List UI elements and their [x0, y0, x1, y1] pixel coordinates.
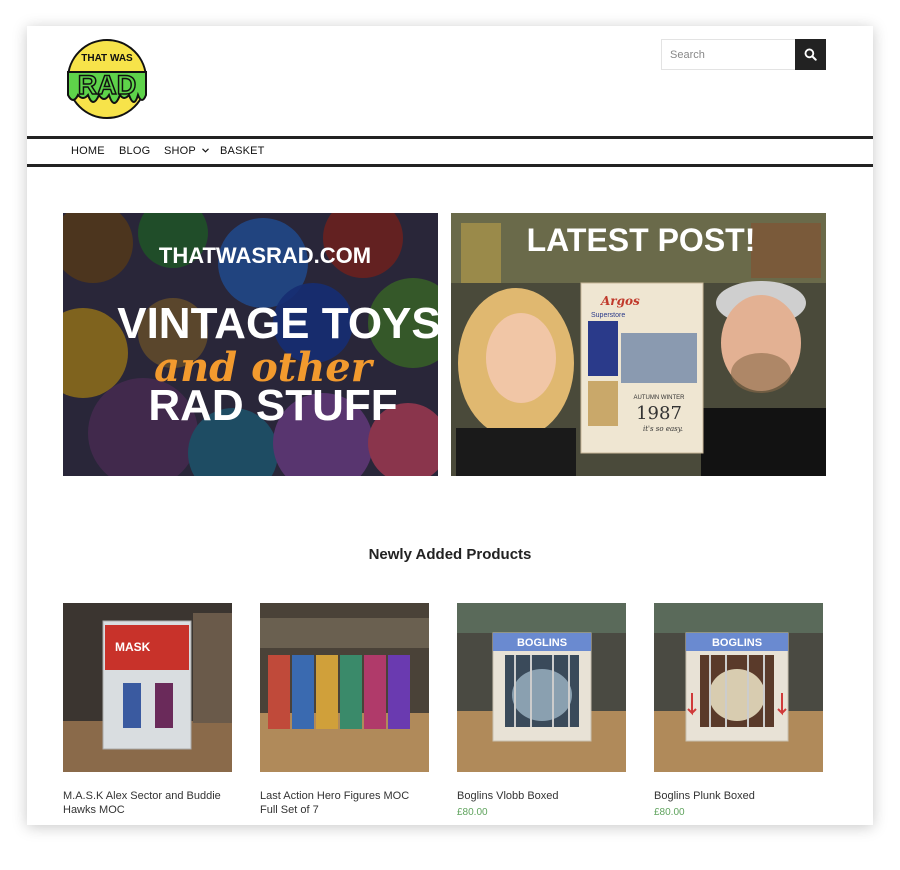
- catalogue-season: AUTUMN WINTER: [634, 395, 686, 401]
- product-card: BOGLINS Boglins Plunk Boxed £80.00: [654, 603, 823, 818]
- main-nav: HOME BLOG SHOP BASKET: [27, 136, 873, 167]
- logo-main-text: RAD: [78, 70, 137, 100]
- product-name[interactable]: Boglins Plunk Boxed: [654, 789, 823, 803]
- banner-vintage-toys-image: THATWASRAD.COM VINTAGE TOYS and other RA…: [63, 213, 438, 476]
- catalogue-brand: Argos: [600, 294, 640, 308]
- banner-latest-post-image: LATEST POST! Argos Superstore AUTUMN WIN…: [451, 213, 826, 476]
- site-logo[interactable]: THAT WAS RAD: [62, 39, 152, 119]
- product-name[interactable]: Boglins Vlobb Boxed: [457, 789, 626, 803]
- search-form: [661, 39, 826, 70]
- search-icon: [804, 48, 817, 61]
- nav-basket[interactable]: BASKET: [220, 139, 265, 164]
- nav-shop[interactable]: SHOP: [164, 139, 209, 164]
- section-title: Newly Added Products: [368, 546, 532, 563]
- product-image[interactable]: BOGLINS: [654, 603, 823, 772]
- product-image[interactable]: MASK: [63, 603, 232, 772]
- banner-site-text: THATWASRAD.COM: [159, 243, 371, 268]
- catalogue-tagline: it's so easy.: [643, 425, 683, 433]
- product-card: MASK M.A.S.K Alex Sector and Buddie Hawk…: [63, 603, 232, 821]
- chevron-down-icon: [202, 148, 209, 153]
- nav-shop-label: SHOP: [164, 145, 196, 157]
- logo-graphic: THAT WAS RAD: [67, 39, 147, 119]
- product-name[interactable]: M.A.S.K Alex Sector and Buddie Hawks MOC: [63, 789, 232, 817]
- catalogue-sub: Superstore: [591, 312, 625, 319]
- svg-text:BOGLINS: BOGLINS: [517, 637, 567, 649]
- banner-line3: RAD STUFF: [148, 381, 397, 430]
- catalogue-year: 1987: [636, 403, 682, 424]
- banner-latest-title: LATEST POST!: [527, 222, 756, 258]
- product-name[interactable]: Last Action Hero Figures MOC Full Set of…: [260, 789, 429, 817]
- nav-blog[interactable]: BLOG: [119, 139, 150, 164]
- nav-home[interactable]: HOME: [71, 139, 105, 164]
- product-image[interactable]: [260, 603, 429, 772]
- banner-latest-post[interactable]: LATEST POST! Argos Superstore AUTUMN WIN…: [451, 213, 826, 476]
- banner-vintage-toys[interactable]: THATWASRAD.COM VINTAGE TOYS and other RA…: [63, 213, 438, 476]
- product-image[interactable]: BOGLINS: [457, 603, 626, 772]
- product-card: BOGLINS Boglins Vlobb Boxed £80.00: [457, 603, 626, 818]
- svg-text:MASK: MASK: [115, 640, 151, 654]
- page-card: THAT WAS RAD HOME BLOG SHOP BASKET: [27, 26, 873, 825]
- product-price: £80.00: [654, 807, 685, 818]
- svg-text:BOGLINS: BOGLINS: [712, 637, 762, 649]
- banner-line1: VINTAGE TOYS: [117, 299, 438, 348]
- search-input[interactable]: [661, 39, 795, 70]
- product-price: £80.00: [457, 807, 488, 818]
- search-button[interactable]: [795, 39, 826, 70]
- logo-top-text: THAT WAS: [81, 53, 133, 64]
- product-card: Last Action Hero Figures MOC Full Set of…: [260, 603, 429, 821]
